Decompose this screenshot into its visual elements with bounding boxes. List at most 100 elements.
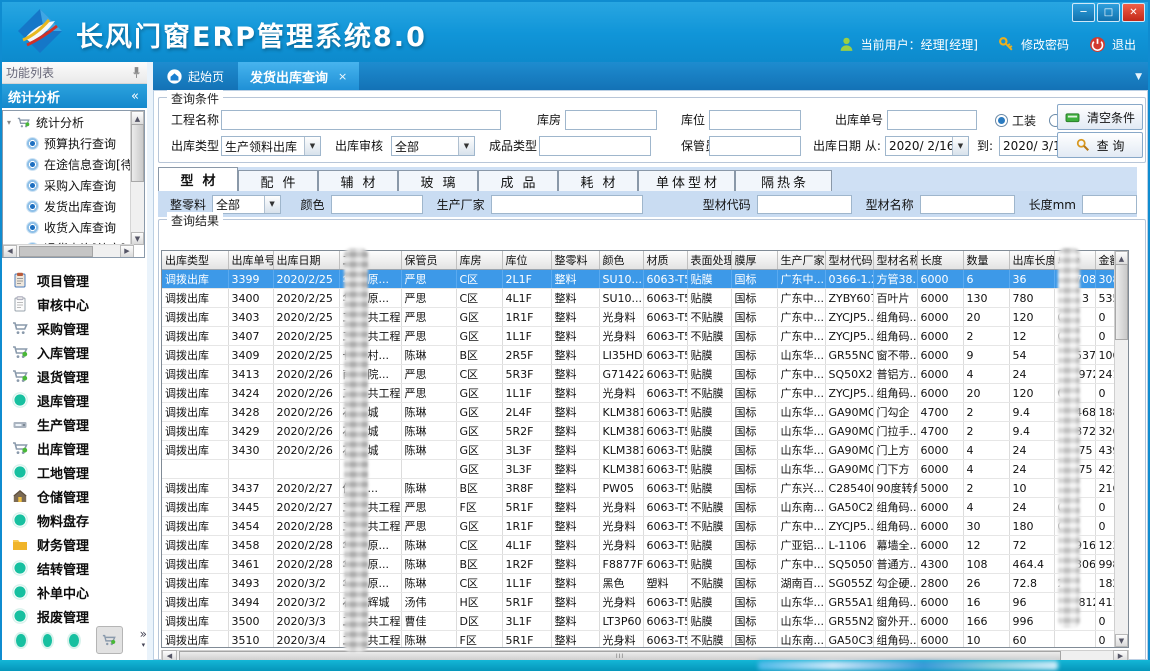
close-button[interactable]: ✕: [1122, 3, 1145, 22]
column-header[interactable]: 出库长度: [1009, 251, 1054, 270]
sidebar-item[interactable]: 采购管理: [0, 316, 147, 340]
table-row[interactable]: 调拨出库34072020/2/25工 共工程严思G区1L1F整料光身料6063-…: [162, 327, 1117, 346]
dot-icon[interactable]: [16, 634, 26, 647]
dot-icon[interactable]: [43, 634, 53, 647]
order-no-input[interactable]: [887, 110, 977, 130]
grid-vertical-scrollbar[interactable]: ▲ ▼: [1114, 251, 1128, 647]
sidebar-item[interactable]: 退货管理: [0, 364, 147, 388]
column-header[interactable]: 表面处理: [687, 251, 731, 270]
table-row[interactable]: 调拨出库34292020/2/26石 城陈琳G区5R2F整料KLM3817606…: [162, 422, 1117, 441]
material-tab-5[interactable]: 成品: [478, 170, 558, 191]
tree-vertical-scrollbar[interactable]: ▲ ▼: [130, 111, 144, 245]
sidebar-item[interactable]: 物料盘存: [0, 508, 147, 532]
material-tab-8[interactable]: 隔热条: [735, 170, 832, 191]
tree-root[interactable]: ▾ 统计分析: [3, 111, 144, 133]
product-type-input[interactable]: [539, 136, 651, 156]
tree-item[interactable]: 收货入库查询: [3, 217, 144, 238]
color-input[interactable]: [331, 195, 423, 214]
sidebar-item[interactable]: 入库管理: [0, 340, 147, 364]
column-header[interactable]: 生产厂家: [777, 251, 825, 270]
collapse-icon[interactable]: «: [131, 89, 139, 104]
column-header[interactable]: 保管员: [401, 251, 456, 270]
table-row[interactable]: 调拨出库34302020/2/26石 城陈琳G区3L3F整料KLM3817606…: [162, 441, 1117, 460]
chevron-down-icon[interactable]: ▼: [458, 137, 474, 155]
out-type-select[interactable]: 生产领料出库 ▼: [221, 136, 321, 156]
scrollbar-thumb[interactable]: [19, 246, 93, 257]
tree-item[interactable]: 预算执行查询: [3, 133, 144, 154]
more-chevron-icon[interactable]: »▾: [140, 630, 147, 650]
table-row[interactable]: 调拨出库34942020/3/2石 辉城汤伟H区5R1F整料光身料6063-T5…: [162, 593, 1117, 612]
table-row[interactable]: 调拨出库34542020/2/28工 共工程严思G区1R1F整料光身料6063-…: [162, 517, 1117, 536]
sidebar-item[interactable]: 仓储管理: [0, 484, 147, 508]
sidebar-item[interactable]: 出库管理: [0, 436, 147, 460]
scroll-left-arrow-icon[interactable]: ◀: [3, 245, 17, 258]
chevron-down-icon[interactable]: ▼: [264, 196, 280, 213]
sidebar-item[interactable]: 财务管理: [0, 532, 147, 556]
sidebar-item[interactable]: 退库管理: [0, 388, 147, 412]
material-tab-1[interactable]: 型材: [158, 167, 238, 191]
table-row[interactable]: 调拨出库34282020/2/26石 城陈琳G区2L4F整料KLM3817606…: [162, 403, 1117, 422]
sidebar-section-header[interactable]: 统计分析 «: [0, 84, 147, 108]
sidebar-item[interactable]: 审核中心: [0, 292, 147, 316]
sidebar-item[interactable]: 工地管理: [0, 460, 147, 484]
table-row[interactable]: 调拨出库34132020/2/26南 院...严思C区5R3F整料G714226…: [162, 365, 1117, 384]
sidebar-item[interactable]: 报废管理: [0, 604, 147, 628]
table-row[interactable]: 调拨出库34092020/2/25长 村...陈琳B区2R5F整料LI35HD6…: [162, 346, 1117, 365]
scrollbar-thumb[interactable]: [131, 124, 144, 182]
material-tab-6[interactable]: 耗材: [558, 170, 638, 191]
column-header[interactable]: 库位: [502, 251, 551, 270]
project-name-input[interactable]: [221, 110, 501, 130]
sidebar-item[interactable]: 结转管理: [0, 556, 147, 580]
table-row[interactable]: 调拨出库34002020/2/25华 原...严思C区4L1F整料SU10...…: [162, 289, 1117, 308]
length-input[interactable]: [1082, 195, 1137, 214]
chevron-down-icon[interactable]: ▼: [304, 137, 320, 155]
search-button[interactable]: 查 询: [1057, 132, 1143, 158]
date-from-picker[interactable]: 2020/ 2/16 ▼: [885, 136, 969, 156]
table-row[interactable]: 调拨出库34372020/2/27佛 ...陈琳B区3R8F整料PW056063…: [162, 479, 1117, 498]
column-header[interactable]: 出库单号: [228, 251, 273, 270]
column-header[interactable]: 库房: [456, 251, 502, 270]
table-row[interactable]: 调拨出库34932020/3/2华 原...陈琳C区1L1F整料黑色塑料不贴膜国…: [162, 574, 1117, 593]
table-row[interactable]: 调拨出库35002020/3/3工 共工程曹佳D区3L1F整料LT3P60606…: [162, 612, 1117, 631]
chevron-down-icon[interactable]: ▼: [952, 137, 968, 155]
expander-icon[interactable]: ▾: [7, 118, 11, 127]
radio-gongzhuang[interactable]: 工装: [995, 112, 1036, 129]
column-header[interactable]: 材质: [643, 251, 687, 270]
column-header[interactable]: 出库类型: [162, 251, 228, 270]
clear-conditions-button[interactable]: 清空条件: [1057, 104, 1143, 130]
column-header[interactable]: 长度: [917, 251, 963, 270]
column-header[interactable]: 出库日期: [273, 251, 339, 270]
scroll-down-arrow-icon[interactable]: ▼: [1115, 634, 1128, 647]
column-header[interactable]: 型材代码: [825, 251, 873, 270]
table-row[interactable]: 调拨出库33992020/2/25华 原...严思C区2L1F整料SU10...…: [162, 270, 1117, 289]
profile-name-input[interactable]: [920, 195, 1015, 214]
sidebar-item[interactable]: 生产管理: [0, 412, 147, 436]
material-tab-7[interactable]: 单体型材: [638, 170, 735, 191]
change-password[interactable]: 修改密码: [998, 36, 1069, 53]
table-row[interactable]: 调拨出库34452020/2/27工 共工程严思F区5R1F整料光身料6063-…: [162, 498, 1117, 517]
table-row[interactable]: 调拨出库34582020/2/28华 原...陈琳C区4L1F整料光身料6063…: [162, 536, 1117, 555]
material-tab-2[interactable]: 配件: [238, 170, 318, 191]
column-header[interactable]: 数量: [963, 251, 1009, 270]
tree-horizontal-scrollbar[interactable]: ◀ ▶: [3, 244, 134, 257]
column-header[interactable]: 颜色: [599, 251, 643, 270]
scroll-right-arrow-icon[interactable]: ▶: [120, 245, 134, 258]
tree-item[interactable]: 采购入库查询: [3, 175, 144, 196]
column-header[interactable]: 整零料: [551, 251, 599, 270]
location-input[interactable]: [709, 110, 801, 130]
table-row[interactable]: 调拨出库34612020/2/28华 原...陈琳B区1R2F整料F8877FT…: [162, 555, 1117, 574]
tab-shipping-outbound-query[interactable]: 发货出库查询 ×: [238, 62, 359, 90]
column-header[interactable]: 膜厚: [731, 251, 777, 270]
table-row[interactable]: 调拨出库35102020/3/4工 共工程陈琳F区5R1F整料光身料6063-T…: [162, 631, 1117, 649]
keeper-input[interactable]: [709, 136, 801, 156]
minimize-button[interactable]: ─: [1072, 3, 1095, 22]
column-header[interactable]: 型材名称: [873, 251, 917, 270]
dot-icon[interactable]: [69, 634, 79, 647]
manufacturer-input[interactable]: [491, 195, 643, 214]
table-row[interactable]: 调拨出库34032020/2/25工 共工程严思G区1R1F整料光身料6063-…: [162, 308, 1117, 327]
audit-select[interactable]: 全部 ▼: [391, 136, 475, 156]
material-tab-4[interactable]: 玻璃: [398, 170, 478, 191]
table-row[interactable]: G区3L3F整料KLM38176063-T5贴膜国标山东华...GA90MO9.…: [162, 460, 1117, 479]
pin-icon[interactable]: [132, 66, 141, 79]
tab-home[interactable]: 起始页: [153, 62, 238, 90]
